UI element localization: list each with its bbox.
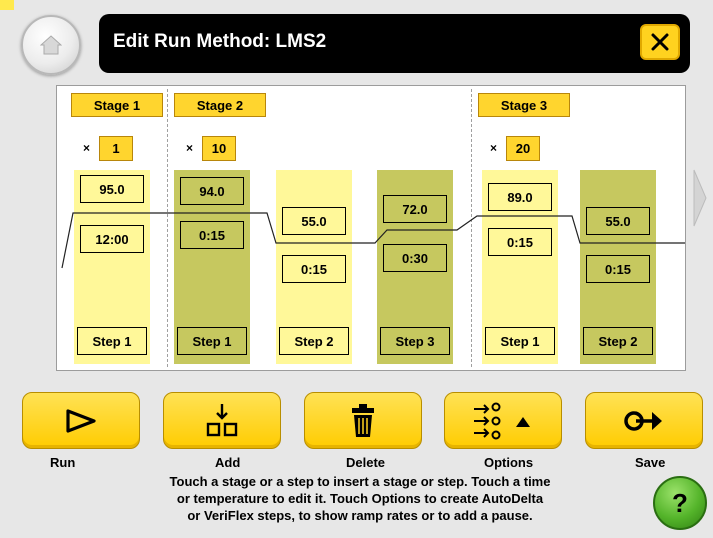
close-icon <box>651 33 669 51</box>
cycles-multiplier: × <box>490 141 498 155</box>
hold-time-value[interactable]: 0:15 <box>180 221 244 249</box>
hold-time-value[interactable]: 0:15 <box>282 255 346 283</box>
step-label[interactable]: Step 1 <box>485 327 555 355</box>
cycles-multiplier: × <box>186 141 194 155</box>
stage-separator <box>471 89 472 367</box>
temperature-value[interactable]: 55.0 <box>282 207 346 235</box>
help-line: or temperature to edit it. Touch Options… <box>176 491 544 506</box>
hold-time-value[interactable]: 12:00 <box>80 225 144 253</box>
trash-icon <box>352 403 374 437</box>
stage-3-label[interactable]: Stage 3 <box>478 93 570 117</box>
add-label: Add <box>215 455 241 470</box>
hold-time-value[interactable]: 0:15 <box>586 255 650 283</box>
cycles-multiplier: × <box>83 141 91 155</box>
title-bar: Edit Run Method: LMS2 <box>99 14 690 73</box>
stage-2-cycles: × 10 <box>186 134 236 162</box>
save-button[interactable] <box>585 392 703 449</box>
stage-3-step-1[interactable]: 89.0 0:15 Step 1 <box>482 170 558 364</box>
temperature-value[interactable]: 55.0 <box>586 207 650 235</box>
delete-button[interactable] <box>304 392 422 449</box>
help-button[interactable]: ? <box>653 476 707 530</box>
save-label: Save <box>635 455 666 470</box>
step-label[interactable]: Step 1 <box>177 327 247 355</box>
help-line: Touch a stage or a step to insert a stag… <box>169 474 551 489</box>
stage-1-step-1[interactable]: 95.0 12:00 Step 1 <box>74 170 150 364</box>
step-label[interactable]: Step 2 <box>583 327 653 355</box>
temperature-value[interactable]: 95.0 <box>80 175 144 203</box>
stage-2-step-3[interactable]: 72.0 0:30 Step 3 <box>377 170 453 364</box>
stage-3-cycle-count[interactable]: 20 <box>506 135 540 161</box>
options-button[interactable] <box>444 392 562 449</box>
temperature-value[interactable]: 72.0 <box>383 195 447 223</box>
stage-2-cycle-count[interactable]: 10 <box>202 135 236 161</box>
help-line: or VeriFlex steps, to show ramp rates or… <box>187 508 533 523</box>
stage-separator <box>167 89 168 367</box>
help-question-icon: ? <box>672 487 688 518</box>
corner-marker <box>0 0 14 10</box>
stage-1-cycles: × 1 <box>83 134 133 162</box>
stage-3-cycles: × 20 <box>490 134 540 162</box>
stage-2-step-1[interactable]: 94.0 0:15 Step 1 <box>174 170 250 364</box>
hold-time-value[interactable]: 0:15 <box>488 228 552 256</box>
chevron-right-icon[interactable] <box>693 168 707 228</box>
add-step-icon <box>206 403 238 436</box>
run-button[interactable] <box>22 392 140 449</box>
temperature-value[interactable]: 89.0 <box>488 183 552 211</box>
home-button[interactable] <box>21 15 81 75</box>
stage-2-step-2[interactable]: 55.0 0:15 Step 2 <box>276 170 352 364</box>
save-icon <box>624 410 662 431</box>
step-label[interactable]: Step 2 <box>279 327 349 355</box>
run-label: Run <box>50 455 76 470</box>
close-button[interactable] <box>640 24 680 60</box>
page-title: Edit Run Method: LMS2 <box>113 31 327 52</box>
step-label[interactable]: Step 1 <box>77 327 147 355</box>
options-label: Options <box>484 455 534 470</box>
home-icon <box>40 35 62 55</box>
stage-2-label[interactable]: Stage 2 <box>174 93 266 117</box>
add-button[interactable] <box>163 392 281 449</box>
hold-time-value[interactable]: 0:30 <box>383 244 447 272</box>
stage-1-label[interactable]: Stage 1 <box>71 93 163 117</box>
delete-label: Delete <box>346 455 386 470</box>
help-text: Touch a stage or a step to insert a stag… <box>40 473 680 524</box>
run-method-panel: Stage 1 × 1 Stage 2 × 10 Stage 3 × 20 95… <box>56 85 686 371</box>
step-label[interactable]: Step 3 <box>380 327 450 355</box>
run-icon <box>66 408 96 433</box>
options-list-icon <box>474 402 530 439</box>
temperature-value[interactable]: 94.0 <box>180 177 244 205</box>
stage-3-step-2[interactable]: 55.0 0:15 Step 2 <box>580 170 656 364</box>
stage-1-cycle-count[interactable]: 1 <box>99 135 133 161</box>
chevron-up-icon <box>516 416 530 427</box>
